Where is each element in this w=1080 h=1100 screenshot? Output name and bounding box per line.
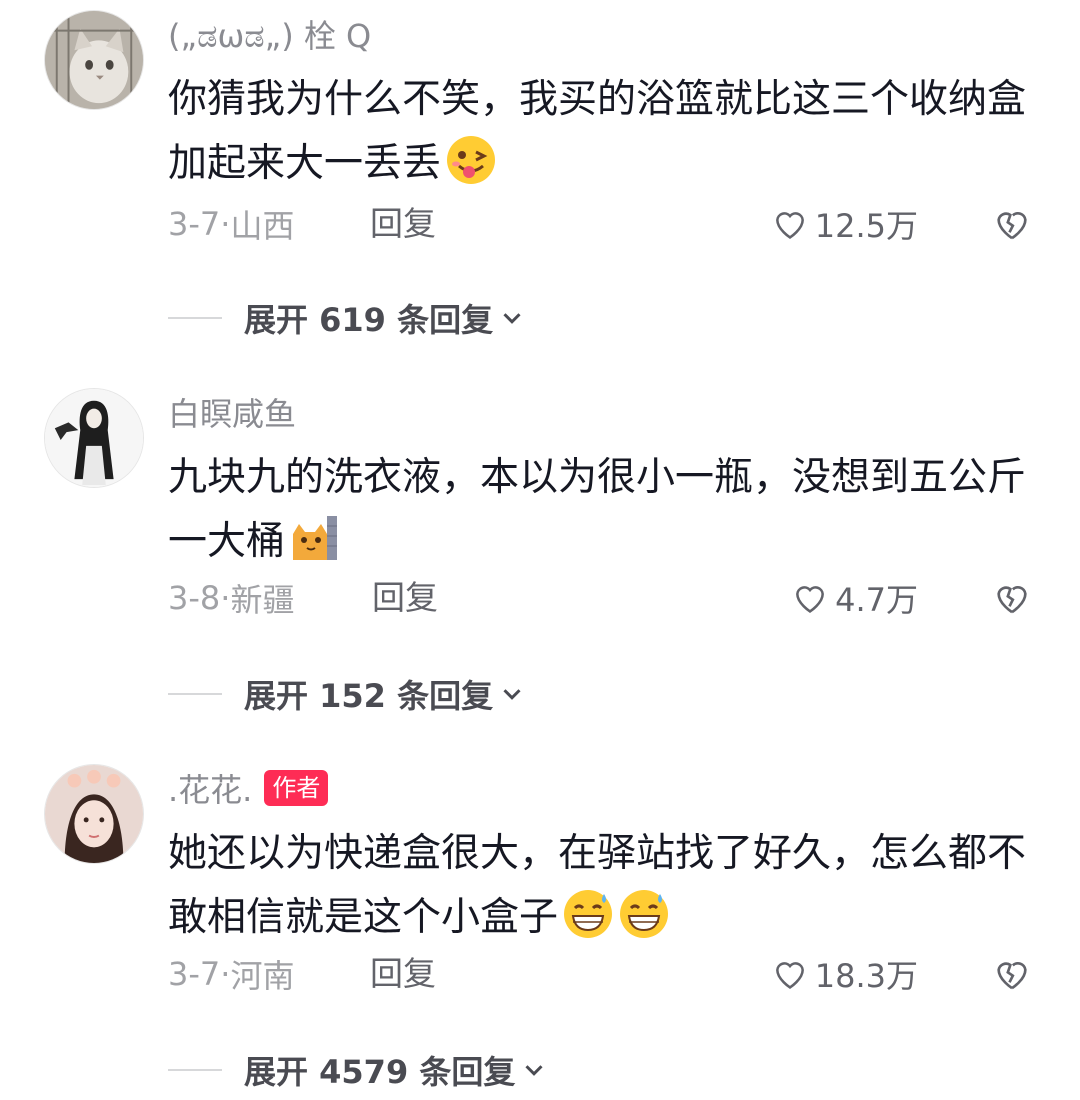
broken-heart-icon[interactable] xyxy=(992,578,1032,618)
meta-separator: · xyxy=(220,579,231,617)
reply-button[interactable]: 回复 xyxy=(372,574,438,622)
expand-replies-button[interactable]: 展开 4579 条回复 xyxy=(168,1046,549,1094)
comment-meta: 3-8 · 新疆 xyxy=(168,574,294,622)
divider-line xyxy=(168,1069,222,1071)
like-count: 18.3万 xyxy=(814,957,918,995)
expand-replies-button[interactable]: 展开 619 条回复 xyxy=(168,294,527,342)
wink-tongue-emoji-icon xyxy=(445,134,497,186)
comment-text: 你猜我为什么不笑，我买的浴篮就比这三个收纳盒加起来大一丢丢 xyxy=(168,68,1028,196)
heart-icon xyxy=(796,586,825,613)
meta-separator: · xyxy=(220,955,231,993)
like-button[interactable]: 4.7万 xyxy=(791,574,918,622)
chevron-down-icon xyxy=(525,1065,543,1076)
comment-text-content: 你猜我为什么不笑，我买的浴篮就比这三个收纳盒加起来大一丢丢 xyxy=(168,77,1027,186)
expand-replies-button[interactable]: 展开 152 条回复 xyxy=(168,670,527,718)
chevron-down-icon xyxy=(503,313,521,324)
like-button[interactable]: 18.3万 xyxy=(771,950,918,998)
comment-text: 九块九的洗衣液，本以为很小一瓶，没想到五公斤一大桶 xyxy=(168,446,1028,574)
peeking-cat-emoji-icon xyxy=(289,512,341,564)
reply-button[interactable]: 回复 xyxy=(370,950,436,998)
comment-text: 她还以为快递盒很大，在驿站找了好久，怎么都不敢相信就是这个小盒子 xyxy=(168,822,1028,950)
author-row: („ಡωಡ„) 栓 Q xyxy=(168,12,371,56)
comment-date: 3-7 xyxy=(168,955,221,993)
comment-location: 河南 xyxy=(230,957,295,995)
grin-sweat-emoji-icon xyxy=(562,888,614,940)
comment-meta: 3-7 · 山西 xyxy=(168,200,294,248)
grin-sweat-emoji-icon xyxy=(618,888,670,940)
author-tag-badge: 作者 xyxy=(264,770,329,806)
expand-replies-label: 展开 152 条回复 xyxy=(244,677,494,715)
avatar[interactable] xyxy=(44,764,144,864)
meta-separator: · xyxy=(220,205,231,243)
comment-date: 3-8 xyxy=(168,579,221,617)
author-row: 白瞑咸鱼 xyxy=(168,390,296,434)
author-row: .花花. 作者 xyxy=(168,765,329,811)
chevron-down-icon xyxy=(503,689,521,700)
broken-heart-icon[interactable] xyxy=(992,204,1032,244)
author-name[interactable]: („ಡωಡ„) 栓 Q xyxy=(168,11,371,57)
reply-button[interactable]: 回复 xyxy=(370,200,436,248)
heart-icon xyxy=(775,962,804,989)
divider-line xyxy=(168,693,222,695)
comment-meta: 3-7 · 河南 xyxy=(168,950,294,998)
comment-location: 山西 xyxy=(230,207,295,245)
author-name[interactable]: 白瞑咸鱼 xyxy=(168,389,296,435)
divider-line xyxy=(168,317,222,319)
like-count: 12.5万 xyxy=(814,207,918,245)
expand-replies-label: 展开 4579 条回复 xyxy=(244,1053,516,1091)
comment-date: 3-7 xyxy=(168,205,221,243)
expand-replies-label: 展开 619 条回复 xyxy=(244,301,494,339)
avatar[interactable] xyxy=(44,10,144,110)
like-count: 4.7万 xyxy=(835,581,918,619)
broken-heart-icon[interactable] xyxy=(992,954,1032,994)
heart-icon xyxy=(775,212,804,239)
avatar[interactable] xyxy=(44,388,144,488)
comment-location: 新疆 xyxy=(230,581,295,619)
like-button[interactable]: 12.5万 xyxy=(771,200,918,248)
author-name[interactable]: .花花. xyxy=(168,765,252,811)
